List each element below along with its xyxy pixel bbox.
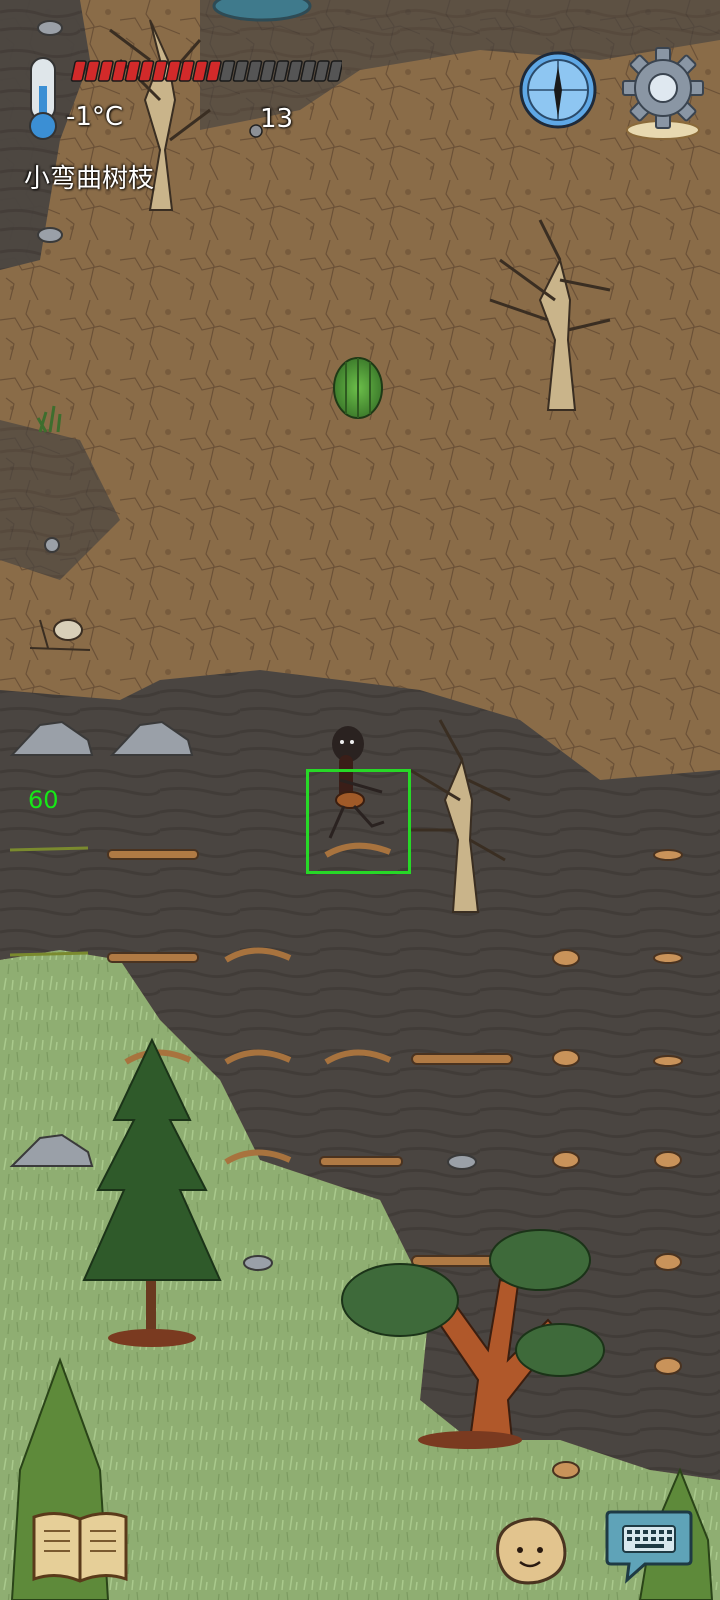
health-segment	[273, 60, 290, 82]
compass-icon[interactable]	[518, 50, 598, 130]
health-segment	[70, 60, 87, 82]
health-segment	[205, 60, 222, 82]
health-segment	[138, 60, 155, 82]
book-icon[interactable]	[30, 1507, 130, 1587]
keyboard-icon[interactable]	[605, 1504, 693, 1586]
health-segment	[192, 60, 209, 82]
gear-icon[interactable]	[618, 46, 708, 146]
held-item-label: 小弯曲树枝	[24, 164, 155, 194]
potato-face-icon[interactable]	[490, 1512, 570, 1588]
health-segment	[124, 60, 141, 82]
health-segment	[219, 60, 236, 82]
health-segment	[165, 60, 182, 82]
health-segment	[300, 60, 317, 82]
health-segment	[151, 60, 168, 82]
health-segment	[313, 60, 330, 82]
health-segment	[178, 60, 195, 82]
thermometer-icon	[29, 57, 57, 140]
health-segment	[111, 60, 128, 82]
health-segment	[259, 60, 276, 82]
health-segment	[232, 60, 249, 82]
rock-count: 13	[260, 104, 294, 134]
health-segment	[84, 60, 101, 82]
health-bar	[70, 60, 342, 82]
health-segment	[246, 60, 263, 82]
temperature-readout: -1°C	[66, 102, 124, 132]
health-segment	[286, 60, 303, 82]
health-segment	[327, 60, 342, 82]
health-segment	[97, 60, 114, 82]
tile-selection-box[interactable]	[306, 769, 411, 874]
fps-counter: 60	[28, 786, 59, 814]
